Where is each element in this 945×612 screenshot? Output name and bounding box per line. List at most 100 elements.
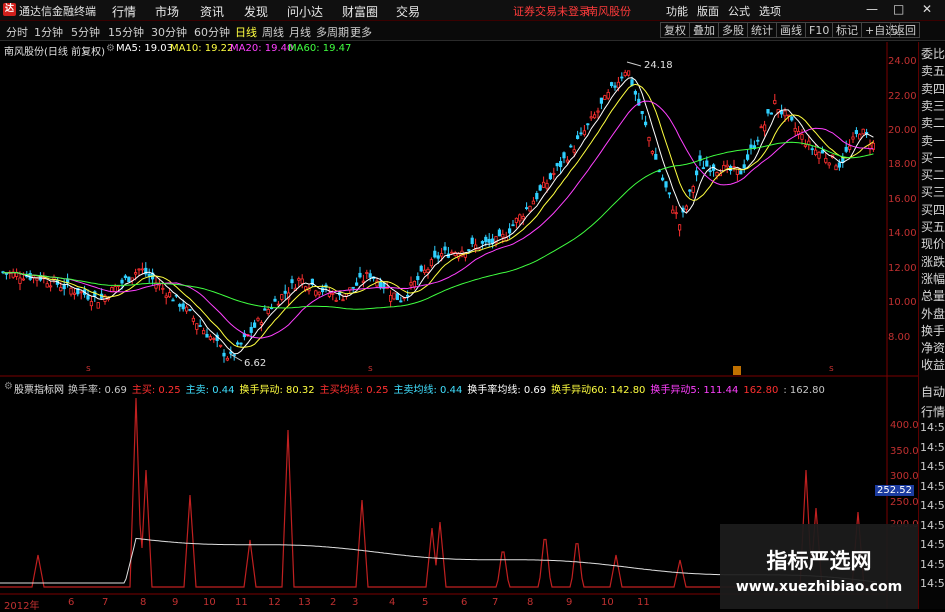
candle-body	[695, 170, 699, 176]
candle-body	[127, 276, 131, 283]
kline-chart[interactable]: 24.18 6.62 s s s	[0, 0, 945, 609]
candle-body	[633, 91, 638, 95]
candle-body	[684, 205, 689, 210]
price-tick: 22.00	[888, 91, 917, 102]
candle-body	[650, 151, 655, 154]
candle-body	[783, 110, 787, 117]
candle-body	[222, 352, 226, 357]
candle-body	[21, 278, 26, 281]
candle-body	[395, 293, 400, 301]
candle-body	[86, 295, 90, 300]
time-axis-label: 8	[527, 597, 534, 608]
candle-body	[582, 130, 587, 136]
candle-body	[548, 173, 553, 180]
candle-body	[708, 170, 712, 173]
time-axis-label: 9	[172, 597, 179, 608]
candle-body	[545, 183, 549, 189]
candle-body	[627, 70, 631, 76]
indicator-value: 主卖均线: 0.44	[393, 385, 463, 396]
auto-quote-label[interactable]: 行情	[921, 402, 945, 422]
candle-body	[610, 82, 614, 86]
candle-body	[351, 286, 355, 289]
candle-body	[218, 344, 223, 347]
candle-body	[487, 238, 491, 243]
candle-body	[810, 148, 814, 151]
candle-body	[613, 85, 617, 88]
candle-body	[501, 233, 505, 238]
moving-average-lines	[2, 77, 874, 355]
candle-body	[416, 276, 420, 281]
candle-body	[773, 100, 777, 105]
candle-body	[691, 186, 695, 193]
candle-body	[739, 170, 743, 175]
candle-body	[759, 126, 763, 129]
candle-body	[518, 214, 522, 222]
candle-body	[640, 111, 644, 114]
candle-body	[854, 130, 859, 135]
candle-body	[439, 253, 444, 257]
candle-body	[331, 292, 335, 295]
quote-field-label[interactable]: 收益	[921, 355, 945, 375]
candle-body	[69, 287, 73, 295]
candle-body	[198, 325, 202, 327]
watermark-url: www.xuezhibiao.com	[735, 579, 903, 595]
candle-body	[586, 123, 590, 126]
candle-body	[443, 246, 447, 251]
candle-body	[800, 134, 804, 140]
auto-quote-label[interactable]: 自动	[921, 382, 945, 402]
marker-s-icon: s	[368, 364, 373, 374]
candle-body	[844, 146, 848, 152]
time-axis-label: 6	[461, 597, 468, 608]
time-stamp: 14:50	[920, 499, 945, 512]
indicator-value: 162.80	[743, 385, 779, 396]
candle-body	[164, 295, 168, 298]
price-tick: 8.00	[888, 332, 911, 343]
candle-body	[555, 163, 559, 167]
time-stamp: 14:50	[920, 538, 945, 551]
candle-body	[229, 351, 233, 354]
candle-body	[426, 268, 430, 273]
marker-s-icon: s	[86, 364, 91, 374]
candle-body	[565, 159, 570, 163]
candlesticks	[1, 69, 876, 363]
time-stamp: 14:50	[920, 518, 945, 532]
candle-body	[763, 124, 767, 132]
time-stamp: 14:50	[920, 557, 945, 571]
indicator-gear-icon[interactable]: ⚙	[4, 381, 13, 392]
candle-body	[817, 151, 821, 159]
indicator-values: 换手率: 0.69 主买: 0.25 主卖: 0.44 换手异动: 80.32 主买均线…	[68, 381, 830, 396]
candle-body	[4, 272, 8, 275]
candle-body	[644, 121, 648, 126]
candle-body	[674, 212, 678, 215]
candle-body	[616, 81, 621, 89]
high-price-label: 24.18	[644, 60, 673, 71]
candle-body	[327, 292, 332, 297]
candle-body	[205, 333, 209, 338]
low-annotation: 6.62	[229, 353, 266, 369]
candle-body	[848, 145, 852, 150]
time-axis-label: 4	[389, 597, 396, 608]
candle-body	[834, 165, 838, 171]
time-axis-label: 7	[492, 597, 499, 608]
candle-body	[837, 162, 842, 168]
candle-body	[62, 285, 66, 290]
time-axis-label: 12	[268, 597, 281, 608]
time-axis-label: 8	[140, 597, 147, 608]
candle-body	[256, 317, 260, 321]
high-annotation: 24.18	[626, 60, 673, 71]
candle-body	[161, 287, 165, 290]
candle-body	[167, 292, 172, 298]
candle-body	[354, 282, 359, 286]
ma5-line	[2, 77, 874, 355]
candle-body	[559, 161, 563, 168]
indicator-value: 换手率均线: 0.69	[467, 385, 547, 396]
candle-body	[368, 273, 372, 278]
indicator-value: 主买均线: 0.25	[319, 385, 389, 396]
event-marker-icon[interactable]	[733, 366, 741, 375]
candle-body	[317, 291, 321, 295]
indicator-name: 股票指标网	[14, 385, 64, 396]
candle-body	[678, 224, 682, 231]
ma10-line	[2, 83, 874, 348]
candle-body	[497, 229, 502, 237]
candle-body	[562, 152, 566, 159]
